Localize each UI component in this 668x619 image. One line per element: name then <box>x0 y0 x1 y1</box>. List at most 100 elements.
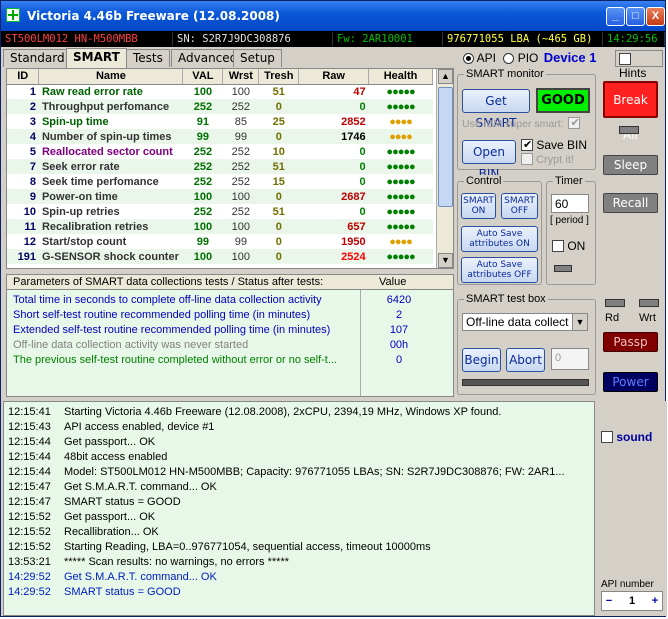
save-bin-checkbox[interactable] <box>521 138 533 151</box>
title-bar[interactable]: Victoria 4.46b Freeware (12.08.2008) _ □… <box>1 1 665 31</box>
column-header[interactable]: Tresh <box>258 69 300 85</box>
smart-on-button[interactable]: SMART ON <box>461 193 496 219</box>
hints-box[interactable]: Hints <box>615 50 663 80</box>
log-text: Model: ST500LM012 HN-M500MBB; Capacity: … <box>64 466 565 478</box>
table-row[interactable]: 8 Seek time perfomance 252 252 15 0 ●●●●● <box>7 174 433 189</box>
decrement-button[interactable]: − <box>602 592 616 610</box>
crypt-option[interactable]: Crypt it! <box>521 153 574 166</box>
tab-bar: Standard SMART Tests Advanced Setup <box>1 48 451 68</box>
table-scrollbar[interactable]: ▲ ▼ <box>436 69 453 268</box>
column-header[interactable]: VAL <box>182 69 224 85</box>
event-log[interactable]: 12:15:41 Starting Victoria 4.46b Freeware… <box>3 401 595 616</box>
open-bin-button[interactable]: Open BIN <box>462 140 516 181</box>
smart-off-button[interactable]: SMART OFF <box>501 193 538 219</box>
test-type-select[interactable]: Off-line data collect ▼ <box>462 313 588 331</box>
log-text: SMART status = GOOD <box>64 496 181 508</box>
ibm-label: Use IBM super smart: <box>462 118 564 130</box>
autosave-off-button[interactable]: Auto Save attributes OFF <box>461 257 538 283</box>
tab-setup[interactable]: Setup <box>233 49 282 67</box>
table-row[interactable]: 5 Reallocated sector count 252 252 10 0 ●●●●● <box>7 144 433 159</box>
params-header-label: Parameters of SMART data collections tes… <box>13 276 324 288</box>
log-line: 13:53:21 ***** Scan results: no warnings,… <box>8 556 289 571</box>
table-row[interactable]: 191 G-SENSOR shock counter 100 100 0 2524 ●●●●… <box>7 249 433 264</box>
params-header: Parameters of SMART data collections tes… <box>7 275 453 290</box>
increment-button[interactable]: + <box>648 592 662 610</box>
table-row[interactable]: 3 Spin-up time 91 85 25 2852 ●●●● <box>7 114 433 129</box>
attr-worst: 100 <box>231 85 251 98</box>
table-row[interactable]: 1 Raw read error rate 100 100 51 47 ●●●●● <box>7 84 433 99</box>
timer-period-input[interactable]: 60 <box>551 194 589 213</box>
column-header[interactable]: Name <box>38 69 184 85</box>
log-line: 12:15:44 48bit access enabled <box>8 451 167 466</box>
param-row[interactable]: Short self-test routine recommended poll… <box>7 308 453 323</box>
close-button[interactable]: X <box>646 7 665 26</box>
scroll-thumb[interactable] <box>438 87 453 207</box>
sleep-button[interactable]: Sleep <box>603 155 658 175</box>
pio-label: PIO <box>517 51 539 65</box>
api-number-stepper[interactable]: − 1 + <box>601 591 663 611</box>
tab-standard[interactable]: Standard <box>3 49 72 67</box>
sound-checkbox[interactable] <box>601 431 613 443</box>
table-row[interactable]: 12 Start/stop count 99 99 0 1950 ●●●● <box>7 234 433 249</box>
table-row[interactable]: 7 Seek error rate 252 252 51 0 ●●●●● <box>7 159 433 174</box>
table-row[interactable]: 4 Number of spin-up times 99 99 0 1746 ●●●● <box>7 129 433 144</box>
scroll-down-icon[interactable]: ▼ <box>438 253 453 268</box>
table-row[interactable]: 10 Spin-up retries 252 252 51 0 ●●●●● <box>7 204 433 219</box>
drive-model: ST500LM012 HN-M500MBB <box>1 32 173 46</box>
pio-radio[interactable] <box>503 53 515 64</box>
ibm-super-smart-option[interactable]: Use IBM super smart: <box>462 116 594 130</box>
autosave-on-button[interactable]: Auto Save attributes ON <box>461 226 538 252</box>
param-row[interactable]: The previous self-test routine completed… <box>7 353 453 368</box>
param-row[interactable]: Total time in seconds to complete off-li… <box>7 293 453 308</box>
break-all-button[interactable]: Break All <box>603 81 658 142</box>
column-header[interactable]: Wrst <box>222 69 260 85</box>
maximize-button[interactable]: □ <box>626 7 645 26</box>
test-field[interactable]: 0 <box>551 348 589 370</box>
abort-button[interactable]: Abort <box>506 348 545 372</box>
ibm-checkbox[interactable] <box>568 116 581 129</box>
tab-smart[interactable]: SMART <box>66 48 127 68</box>
get-smart-button[interactable]: Get SMART <box>462 89 530 130</box>
chevron-down-icon[interactable]: ▼ <box>572 314 587 330</box>
recall-button[interactable]: Recall <box>603 193 658 213</box>
attr-name: Number of spin-up times <box>38 129 183 144</box>
attr-id: 9 <box>7 189 39 204</box>
save-bin-option[interactable]: Save BIN <box>521 138 587 152</box>
crypt-checkbox[interactable] <box>521 153 533 165</box>
attr-tresh: 51 <box>272 85 285 98</box>
timer-on-option[interactable]: ON <box>552 239 585 253</box>
attr-tresh: 0 <box>258 189 299 204</box>
power-button[interactable]: Power <box>603 372 658 392</box>
attr-worst: 99 <box>222 129 259 144</box>
attr-val: 99 <box>196 235 210 248</box>
hints-checkbox[interactable] <box>619 53 631 65</box>
passp-button[interactable]: Passp <box>603 332 658 352</box>
timer-on-checkbox[interactable] <box>552 240 564 252</box>
minimize-button[interactable]: _ <box>606 7 625 26</box>
log-time: 12:15:47 <box>8 481 51 493</box>
scroll-up-icon[interactable]: ▲ <box>438 69 453 84</box>
log-line: 12:15:47 Get S.M.A.R.T. command... OK <box>8 481 217 496</box>
param-row[interactable]: Extended self-test routine recommended p… <box>7 323 453 338</box>
log-line: 12:15:52 Get passport... OK <box>8 511 155 526</box>
table-row[interactable]: 9 Power-on time 100 100 0 2687 ●●●●● <box>7 189 433 204</box>
table-row[interactable]: 11 Recalibration retries 100 100 0 657 ●●●●● <box>7 219 433 234</box>
column-header[interactable]: Raw <box>298 69 370 85</box>
attr-worst: 252 <box>222 159 259 174</box>
log-line: 14:29:52 Get S.M.A.R.T. command... OK <box>8 571 217 586</box>
column-header[interactable]: Health <box>368 69 433 85</box>
param-row[interactable]: Off-line data collection activity was ne… <box>7 338 453 353</box>
api-radio[interactable] <box>463 53 474 64</box>
log-time: 12:15:44 <box>8 466 51 478</box>
begin-button[interactable]: Begin <box>462 348 501 372</box>
table-row[interactable]: 2 Throughput perfomance 252 252 0 0 ●●●●● <box>7 99 433 114</box>
attr-worst: 100 <box>222 249 259 264</box>
hints-label: Hints <box>619 66 647 80</box>
test-type-value: Off-line data collect <box>466 315 569 329</box>
api-number-value[interactable]: 1 <box>616 592 648 610</box>
device-label[interactable]: Device 1 <box>544 50 597 65</box>
smart-params-panel: Parameters of SMART data collections tes… <box>6 274 454 397</box>
sound-option[interactable]: sound <box>601 430 652 444</box>
tab-tests[interactable]: Tests <box>126 49 170 67</box>
column-header[interactable]: ID <box>7 69 40 85</box>
